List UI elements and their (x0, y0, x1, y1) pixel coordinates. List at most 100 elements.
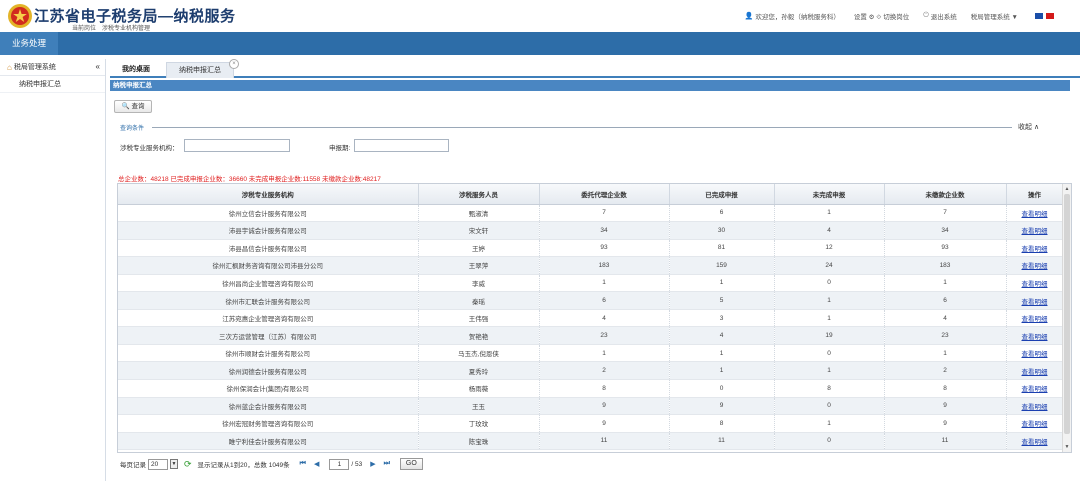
refresh-icon[interactable]: ⟳ (184, 459, 192, 470)
table-cell: 8 (669, 414, 775, 433)
view-details-link[interactable]: 查看明细 (1022, 281, 1048, 288)
per-page-label: 每页记录 (120, 462, 146, 469)
table-cell: 11 (884, 432, 1007, 451)
view-details-link[interactable]: 查看明细 (1022, 334, 1048, 341)
view-details-link[interactable]: 查看明细 (1022, 421, 1048, 428)
tab-declaration-summary[interactable]: 纳税申报汇总 × (166, 59, 239, 78)
table-cell: 4 (539, 309, 670, 328)
last-page-icon[interactable]: ⏭ (384, 460, 390, 468)
org-filter-input[interactable] (184, 139, 290, 152)
go-button[interactable]: GO (399, 458, 423, 470)
table-cell: 0 (669, 379, 775, 398)
collapse-filters-button[interactable]: 收起 ∧ (1018, 122, 1039, 132)
next-page-icon[interactable]: ▶ (370, 460, 375, 468)
table-header-row: 涉税专业服务机构 涉税服务人员 委托代理企业数 已完成申报 未完成申报 未缴款企… (118, 184, 1064, 205)
table-cell: 王婷 (418, 239, 540, 258)
table-cell: 183 (884, 256, 1007, 275)
query-button[interactable]: 🔍 查询 (114, 100, 152, 113)
records-info: 显示记录从1到20，总数 1049条 (197, 462, 290, 469)
logout-link[interactable]: ⏻ 退出系统 (923, 11, 957, 21)
column-header[interactable]: 涉税专业服务机构 (118, 184, 419, 205)
view-details-link[interactable]: 查看明细 (1022, 404, 1048, 411)
view-details-link[interactable]: 查看明细 (1022, 246, 1048, 253)
table-cell: 1 (774, 291, 885, 310)
view-details-link[interactable]: 查看明细 (1022, 228, 1048, 235)
blue-theme-icon[interactable] (1035, 13, 1043, 19)
per-page-select[interactable]: 20 (148, 458, 168, 470)
table-row: 徐州昌尚企业管理咨询有限公司 李威 1 1 0 1 查看明细 (118, 274, 1064, 293)
tab-my-desktop[interactable]: 我的桌面 (112, 62, 160, 78)
welcome-text: 欢迎您，孙毅（纳税服务科） (755, 14, 840, 21)
table-cell-action: 查看明细 (1006, 326, 1064, 345)
table-cell: 6 (669, 204, 775, 223)
welcome-user[interactable]: 👤 欢迎您，孙毅（纳税服务科） (745, 11, 840, 21)
table-cell: 1 (669, 274, 775, 293)
table-cell: 7 (884, 204, 1007, 223)
table-row: 沛县宇诚会计服务有限公司 宋文轩 34 30 4 34 查看明细 (118, 221, 1064, 240)
scroll-thumb[interactable] (1064, 194, 1070, 434)
table-cell: 1 (539, 344, 670, 363)
view-details-link[interactable]: 查看明细 (1022, 211, 1048, 218)
close-icon[interactable]: × (229, 59, 239, 69)
view-details-link[interactable]: 查看明细 (1022, 316, 1048, 323)
table-cell: 王玉 (418, 397, 540, 416)
view-details-link[interactable]: 查看明细 (1022, 386, 1048, 393)
sidebar: ⌂ 税局管理系统 « 纳税申报汇总 (0, 59, 106, 481)
table-cell: 30 (669, 221, 775, 240)
scroll-down-icon[interactable]: ▼ (1063, 443, 1071, 451)
table-cell: 徐州市汇联会计服务有限公司 (118, 291, 419, 310)
vertical-scrollbar[interactable]: ▲ ▼ (1062, 184, 1071, 452)
column-header: 操作 (1006, 184, 1064, 205)
top-header: 江苏省电子税务局—纳税服务 当前岗位 涉税专业机构管理 👤 欢迎您，孙毅（纳税服… (0, 0, 1080, 32)
table-cell: 4 (669, 326, 775, 345)
table-cell: 11 (669, 432, 775, 451)
chevron-down-icon[interactable]: ▼ (170, 459, 178, 469)
sidebar-root[interactable]: ⌂ 税局管理系统 « (0, 59, 105, 76)
table-cell-action: 查看明细 (1006, 397, 1064, 416)
page-number-input[interactable]: 1 (329, 458, 350, 470)
filter-divider (152, 127, 1012, 128)
scroll-up-icon[interactable]: ▲ (1063, 185, 1071, 193)
column-header[interactable]: 已完成申报 (669, 184, 775, 205)
table-cell: 1 (774, 309, 885, 328)
table-cell: 徐州润德会计服务有限公司 (118, 361, 419, 380)
table-cell: 徐州昌尚企业管理咨询有限公司 (118, 274, 419, 293)
table-cell-action: 查看明细 (1006, 204, 1064, 223)
table-cell: 8 (884, 379, 1007, 398)
column-header[interactable]: 未完成申报 (774, 184, 885, 205)
prev-page-icon[interactable]: ◀ (314, 460, 319, 468)
view-details-link[interactable]: 查看明细 (1022, 263, 1048, 270)
table-cell-action: 查看明细 (1006, 309, 1064, 328)
table-cell: 23 (539, 326, 670, 345)
theme-switcher (1032, 13, 1054, 19)
nav-business[interactable]: 业务处理 (0, 32, 58, 55)
table-cell: 0 (774, 274, 885, 293)
table-cell: 1 (884, 274, 1007, 293)
view-details-link[interactable]: 查看明细 (1022, 369, 1048, 376)
sidebar-item-declaration-summary[interactable]: 纳税申报汇总 (0, 76, 105, 93)
period-filter-input[interactable] (354, 139, 449, 152)
table-cell: 江苏宛惠企业管理咨询有限公司 (118, 309, 419, 328)
table-cell-action: 查看明细 (1006, 379, 1064, 398)
table-cell: 徐州蓝企会计服务有限公司 (118, 397, 419, 416)
sidebar-collapse-icon[interactable]: « (96, 62, 100, 71)
view-details-link[interactable]: 查看明细 (1022, 439, 1048, 446)
table-cell-action: 查看明细 (1006, 256, 1064, 275)
table-row: 徐州市顺财会计服务有限公司 马玉杰,倪恩侠 1 1 0 1 查看明细 (118, 344, 1064, 363)
table-row: 三次方运营管理（江苏）有限公司 贺艳艳 23 4 19 23 查看明细 (118, 326, 1064, 345)
table-cell: 0 (774, 397, 885, 416)
view-details-link[interactable]: 查看明细 (1022, 351, 1048, 358)
column-header[interactable]: 涉税服务人员 (418, 184, 540, 205)
system-dropdown[interactable]: 税局管理系统 ▼ (971, 11, 1018, 21)
column-header[interactable]: 未缴款企业数 (884, 184, 1007, 205)
table-row: 徐州保润会计(集团)有限公司 杨雨薇 8 0 8 8 查看明细 (118, 379, 1064, 398)
table-cell-action: 查看明细 (1006, 361, 1064, 380)
red-theme-icon[interactable] (1046, 13, 1054, 19)
table-row: 徐州立信会计服务有限公司 甄淑清 7 6 1 7 查看明细 (118, 204, 1064, 223)
settings-switch-role[interactable]: 设置 ⚙ ⟐ 切换岗位 (854, 11, 909, 22)
system-dropdown-text: 税局管理系统 ▼ (970, 14, 1018, 21)
first-page-icon[interactable]: ⏮ (300, 460, 306, 468)
table-cell: 9 (884, 414, 1007, 433)
column-header[interactable]: 委托代理企业数 (539, 184, 670, 205)
view-details-link[interactable]: 查看明细 (1022, 299, 1048, 306)
